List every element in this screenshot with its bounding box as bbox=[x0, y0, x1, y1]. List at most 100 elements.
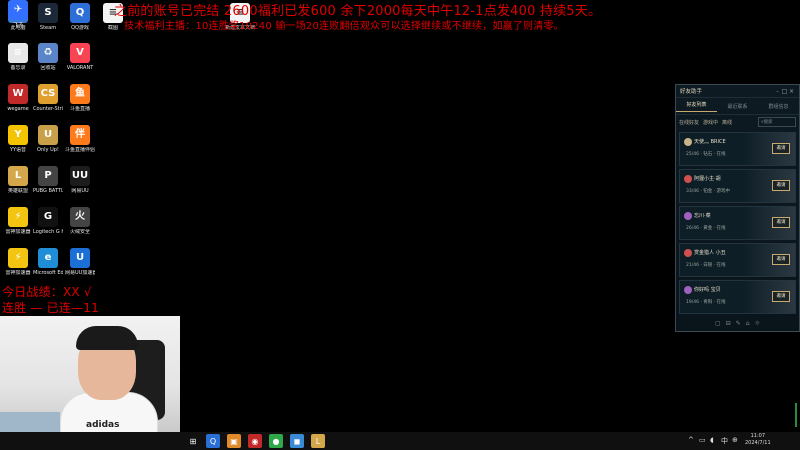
desktop-icon[interactable]: ≡ 备忘录 bbox=[3, 43, 33, 71]
friend-status: 19/46 · 青铜 · 在线 bbox=[686, 300, 726, 305]
desktop-icon[interactable]: S Steam bbox=[33, 3, 63, 31]
desktop-icon-label: Logitech G HUB bbox=[33, 229, 63, 235]
webcam-feed: adidas bbox=[0, 316, 180, 434]
friend-status: 33/46 · 铂金 · 游戏中 bbox=[686, 189, 731, 194]
filter-ingame[interactable]: 游戏中 bbox=[703, 119, 718, 126]
desktop-icon-label: 英雄联盟 bbox=[7, 188, 28, 194]
panel-tabs: 好友列表 最近联系 群组信息 bbox=[676, 98, 799, 115]
avatar bbox=[684, 138, 692, 146]
app-icon: U bbox=[38, 125, 58, 145]
avatar bbox=[684, 249, 692, 257]
qq-icon[interactable]: Q bbox=[206, 434, 220, 448]
window-icon[interactable]: ▢ bbox=[715, 320, 721, 327]
panel-footer: ▢ ⊟ ✎ ⌂ ☼ bbox=[676, 315, 799, 331]
desktop-icon[interactable]: UU 网易UU bbox=[65, 166, 95, 194]
search-placeholder: 搜索 bbox=[763, 120, 773, 125]
app-icon[interactable]: ◼ bbox=[290, 434, 304, 448]
league-icon[interactable]: L bbox=[311, 434, 325, 448]
desktop-icon-label: 雷神加速器 bbox=[5, 229, 31, 235]
minimize-icon[interactable]: - bbox=[774, 88, 781, 95]
tab-groups[interactable]: 群组信息 bbox=[758, 103, 799, 110]
clock[interactable]: 11:07 2024/7/11 bbox=[745, 433, 771, 447]
friend-name: 忘川·菜 bbox=[694, 213, 711, 219]
desktop-icon-label: PUBG BATTLEGR... bbox=[33, 188, 63, 194]
desktop-icon[interactable]: e Microsoft Edge bbox=[33, 248, 63, 276]
network-icon[interactable]: ⊕ bbox=[732, 436, 738, 444]
desktop-icon[interactable]: G Logitech G HUB bbox=[33, 207, 63, 235]
tab-recent[interactable]: 最近联系 bbox=[717, 103, 758, 110]
app-icon: G bbox=[38, 207, 58, 227]
invite-button[interactable]: 邀请 bbox=[772, 217, 790, 228]
desktop-icon[interactable]: 鱼斗鱼直播 bbox=[65, 84, 95, 112]
desktop-icon-label: 火绒安全 bbox=[69, 229, 90, 235]
ime-icon[interactable]: 中 bbox=[721, 436, 728, 446]
battery-icon[interactable]: ▭ bbox=[699, 436, 706, 444]
desktop-icon[interactable]: ⚡ 雷神加速器 bbox=[3, 207, 33, 235]
avatar bbox=[684, 212, 692, 220]
tab-friends[interactable]: 好友列表 bbox=[676, 101, 717, 112]
home-icon[interactable]: ⌂ bbox=[746, 320, 750, 327]
friend-status: 26/46 · 黄金 · 在线 bbox=[686, 226, 726, 231]
app-icon: e bbox=[38, 248, 58, 268]
friend-entry[interactable]: 忘川·菜 26/46 · 黄金 · 在线 邀请 bbox=[679, 206, 796, 240]
invite-button[interactable]: 邀请 bbox=[772, 143, 790, 154]
app-icon: S bbox=[38, 3, 58, 23]
invite-button[interactable]: 邀请 bbox=[772, 291, 790, 302]
app-icon: Q bbox=[70, 3, 90, 23]
desktop-icon-label: wegame bbox=[7, 106, 29, 112]
desktop-icon[interactable]: 火火绒安全 bbox=[65, 207, 95, 235]
desktop-icon[interactable]: ♻ 回收站 bbox=[33, 43, 63, 71]
settings-icon[interactable]: ☼ bbox=[755, 320, 760, 327]
tray-expand-icon[interactable]: ^ bbox=[688, 436, 694, 444]
desktop-icon[interactable]: CS Counter-Strike Global Off... bbox=[33, 84, 63, 112]
desktop-icon[interactable]: Y YY语音 bbox=[3, 125, 33, 153]
panel-titlebar: 好友助手 - □ × bbox=[676, 85, 799, 98]
invite-button[interactable]: 邀请 bbox=[772, 254, 790, 265]
desktop-icon[interactable]: Q QQ游戏 bbox=[65, 3, 95, 31]
friend-entry[interactable]: 赏金猎人 小丑 21/46 · 白银 · 在线 邀请 bbox=[679, 243, 796, 277]
browser-icon[interactable]: ● bbox=[269, 434, 283, 448]
app-icon: 火 bbox=[70, 207, 90, 227]
friend-entry[interactable]: 天使灬 BRICE 25/46 · 钻石 · 在线 邀请 bbox=[679, 132, 796, 166]
desktop-icon-label: QQ游戏 bbox=[71, 25, 89, 31]
app-icon: ✈ bbox=[8, 0, 28, 20]
desktop-icon[interactable]: 伴斗鱼直播伴侣 bbox=[65, 125, 95, 153]
app-icon: ≡ bbox=[8, 43, 28, 63]
volume-icon[interactable]: ◖ bbox=[710, 436, 714, 444]
desktop-icon[interactable]: V VALORANT bbox=[65, 43, 95, 71]
edit-icon[interactable]: ✎ bbox=[736, 320, 741, 327]
app-icon: W bbox=[8, 84, 28, 104]
panel-title: 好友助手 bbox=[680, 89, 703, 95]
desktop-icon[interactable]: U 网易UU加速器 bbox=[65, 248, 95, 276]
maximize-icon[interactable]: □ bbox=[781, 88, 788, 95]
scroll-indicator bbox=[795, 403, 797, 427]
friend-entry[interactable]: 你好吗 宝贝 19/46 · 青铜 · 在线 邀请 bbox=[679, 280, 796, 314]
friend-name: 天使灬 BRICE bbox=[694, 139, 726, 145]
desktop-icon-label: 网易UU bbox=[71, 188, 89, 194]
desktop-icon[interactable]: Wwegame bbox=[3, 84, 33, 112]
desktop-icon-label: 雷神加速器 bbox=[5, 270, 31, 276]
filter-offline[interactable]: 离线 bbox=[722, 119, 732, 126]
desktop-icon[interactable]: L 英雄联盟 bbox=[3, 166, 33, 194]
collapse-icon[interactable]: ⊟ bbox=[726, 320, 731, 327]
desktop-icon-label: 斗鱼直播伴侣 bbox=[65, 147, 95, 153]
desktop-icon-label: Microsoft Edge bbox=[33, 270, 63, 276]
app-icon: P bbox=[38, 166, 58, 186]
filter-online[interactable]: 在线好友 bbox=[679, 119, 699, 126]
start-button[interactable]: ⊞ bbox=[186, 434, 200, 448]
invite-button[interactable]: 邀请 bbox=[772, 180, 790, 191]
desktop-icon[interactable]: ✈ 飞书 bbox=[3, 0, 33, 28]
record-icon[interactable]: ◉ bbox=[248, 434, 262, 448]
desktop-icon-label: VALORANT bbox=[66, 65, 94, 71]
desktop-icon[interactable]: U Only Up! bbox=[33, 125, 63, 153]
app-icon: L bbox=[8, 166, 28, 186]
folder-icon[interactable]: ▣ bbox=[227, 434, 241, 448]
desktop-icon[interactable]: ⚡ 雷神加速器 bbox=[3, 248, 33, 276]
close-icon[interactable]: × bbox=[788, 88, 795, 95]
friend-status: 21/46 · 白银 · 在线 bbox=[686, 263, 726, 268]
search-input[interactable]: ⌕ 搜索 bbox=[758, 117, 796, 127]
desktop-icon[interactable]: P PUBG BATTLEGR... bbox=[33, 166, 63, 194]
friend-entry[interactable]: 阿狸小主·胡 33/46 · 铂金 · 游戏中 邀请 bbox=[679, 169, 796, 203]
app-icon: V bbox=[70, 43, 90, 63]
friends-panel: 好友助手 - □ × 好友列表 最近联系 群组信息 在线好友 游戏中 离线 ⌕ … bbox=[675, 84, 800, 332]
